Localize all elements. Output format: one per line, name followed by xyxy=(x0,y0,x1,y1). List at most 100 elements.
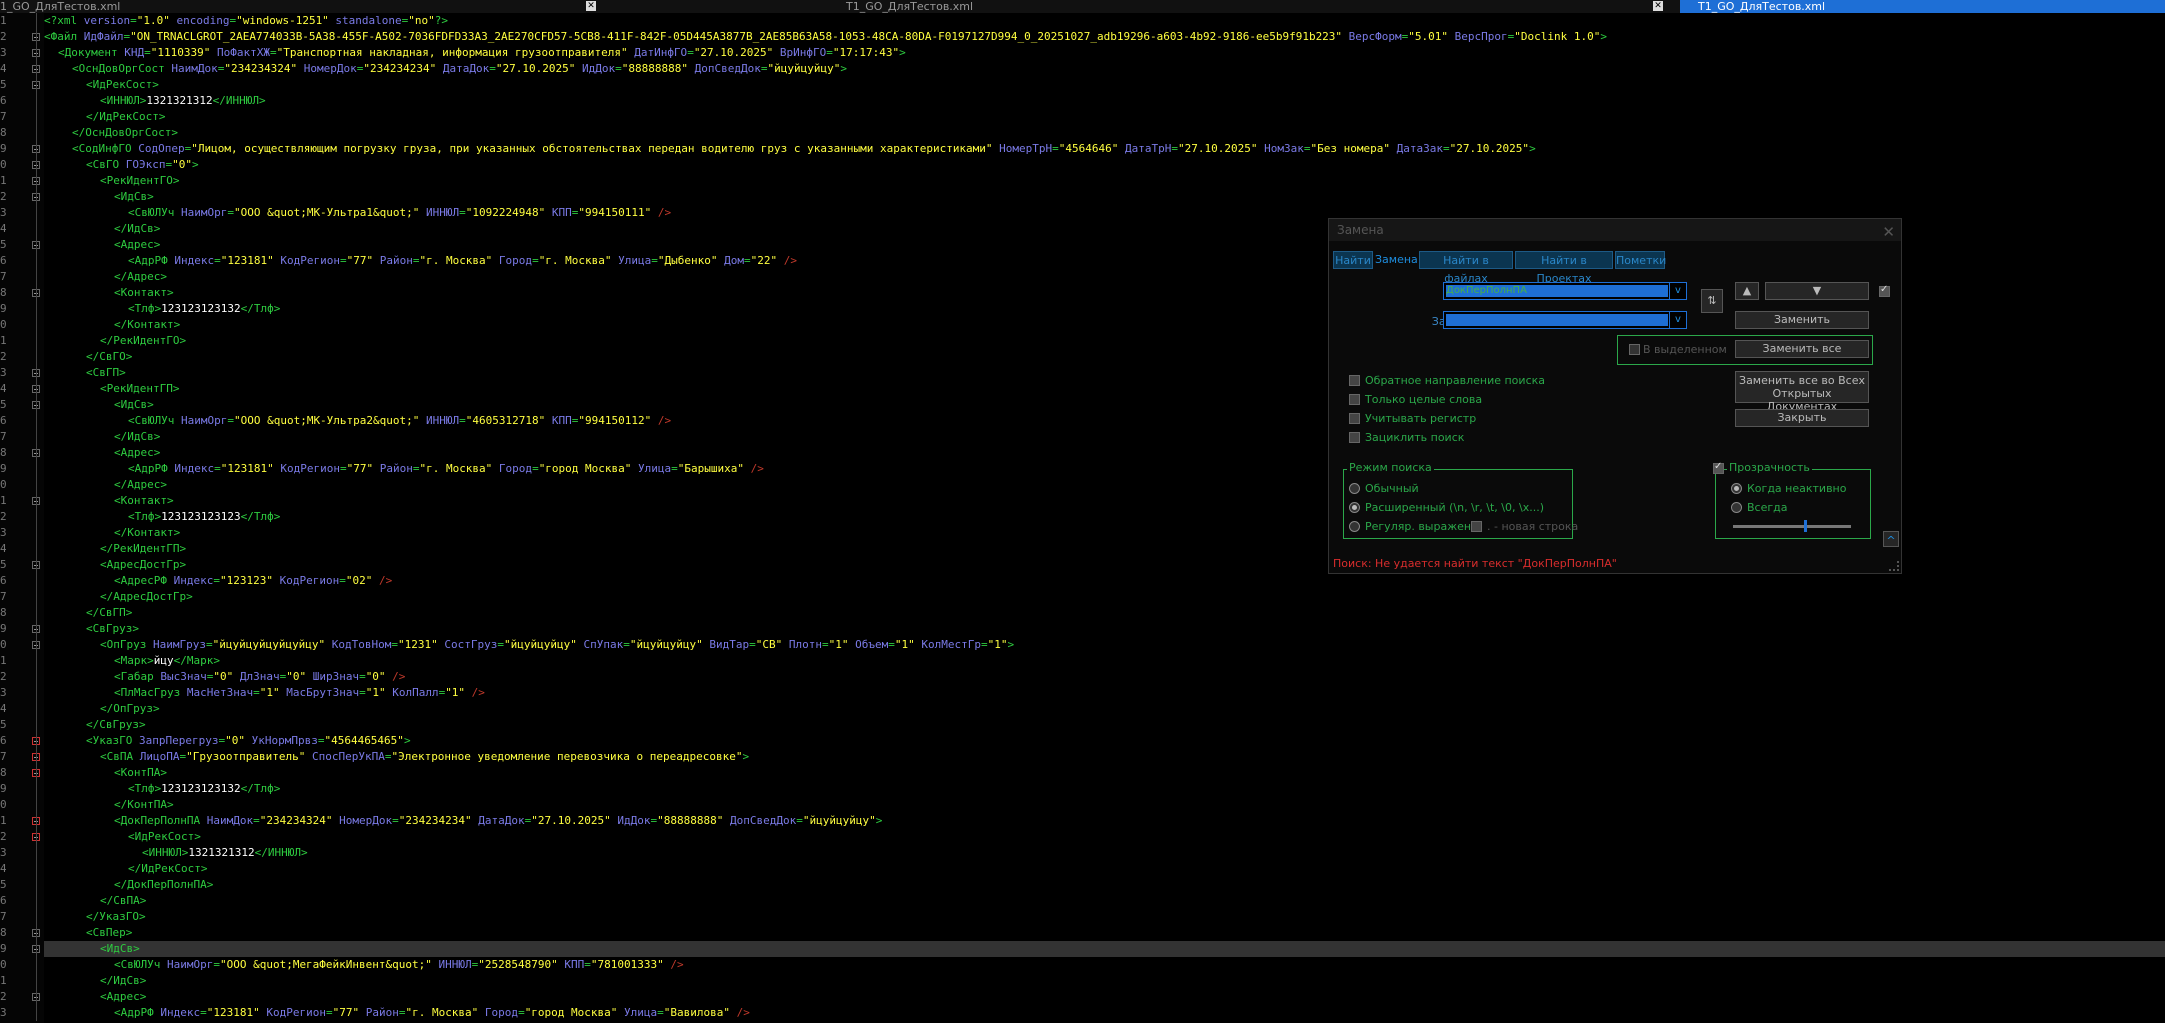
tab-file-1[interactable]: 1_GO_ДляТестов.xml ✕ xyxy=(0,0,598,13)
code-token: "0" xyxy=(225,734,245,747)
code-line[interactable]: </ИдРекСост> xyxy=(44,861,2165,877)
code-token: Район xyxy=(373,254,413,267)
code-line[interactable]: <Файл ИдФайл="ON_TRNACLGROT_2AEA774033B-… xyxy=(44,29,2165,45)
tab-file-2[interactable]: T1_GO_ДляТестов.xml ✕ xyxy=(846,0,1665,13)
newline-checkbox[interactable] xyxy=(1471,521,1482,532)
code-line[interactable]: <КонтПА> xyxy=(44,765,2165,781)
mode-extended-radio[interactable] xyxy=(1349,502,1360,513)
code-token: <СвГО xyxy=(86,158,126,171)
code-line[interactable]: <Документ КНД="1110339" ПоФактХЖ="Трансп… xyxy=(44,45,2165,61)
close-button[interactable]: Закрыть xyxy=(1735,409,1869,427)
code-line[interactable]: <Адрес> xyxy=(44,989,2165,1005)
code-line[interactable]: <ИННЮЛ>1321321312</ИННЮЛ> xyxy=(44,93,2165,109)
code-token: ДатаЗак xyxy=(1389,142,1443,155)
code-token: <ПлМасГруз xyxy=(114,686,187,699)
code-line[interactable]: <ДокПерПолнПА НаимДок="234234324" НомерД… xyxy=(44,813,2165,829)
code-line[interactable]: </КонтПА> xyxy=(44,797,2165,813)
code-token: "4605312718" xyxy=(465,414,546,427)
code-line[interactable]: <СодИнфГО СодОпер = "Лицом, осуществляющим… xyxy=(44,141,2165,157)
resize-grip-icon[interactable] xyxy=(1889,561,1899,571)
replace-all-open-docs-button[interactable]: Заменить все во Всех Открытых Документах xyxy=(1735,371,1869,413)
dialog-title-bar[interactable]: Замена ✕ xyxy=(1329,219,1901,241)
option-wrap-checkbox[interactable] xyxy=(1349,432,1360,443)
code-line[interactable]: </УказГО> xyxy=(44,909,2165,925)
transparency-checkbox[interactable] xyxy=(1713,461,1724,474)
code-line[interactable]: <РекИдентГО> xyxy=(44,173,2165,189)
code-line[interactable]: <ИдСв> xyxy=(44,189,2165,205)
mode-regex-radio[interactable] xyxy=(1349,521,1360,532)
code-token: = xyxy=(489,62,496,75)
replace-input[interactable]: v xyxy=(1443,311,1687,329)
close-icon[interactable]: ✕ xyxy=(1882,221,1895,243)
mode-normal-radio[interactable] xyxy=(1349,483,1360,494)
code-token: ДопСведДок xyxy=(687,62,761,75)
code-line[interactable]: <СвГруз> xyxy=(44,621,2165,637)
code-token: = xyxy=(214,462,221,475)
code-line[interactable]: </АдресДостГр> xyxy=(44,589,2165,605)
code-line[interactable]: <ИдРекСост> xyxy=(44,77,2165,93)
code-line[interactable]: </ОпГруз> xyxy=(44,701,2165,717)
code-line[interactable]: </ДокПерПолнПА> xyxy=(44,877,2165,893)
code-line[interactable]: </СвПА> xyxy=(44,893,2165,909)
tab-replace[interactable]: Замена xyxy=(1375,251,1418,269)
tab-find-in-files[interactable]: Найти в файлах xyxy=(1419,251,1513,285)
code-token: <Тлф> xyxy=(128,510,162,523)
option-whole-words-checkbox[interactable] xyxy=(1349,394,1360,405)
code-line[interactable]: </СвГруз> xyxy=(44,717,2165,733)
code-line[interactable]: <АдресРФ Индекс="123123" КодРегион="02" … xyxy=(44,573,2165,589)
code-line[interactable]: <?xml version="1.0" encoding="windows-12… xyxy=(44,13,2165,29)
code-line[interactable]: <ОпГруз НаимГруз="йцуйцуйцуйцуйцу" КодТо… xyxy=(44,637,2165,653)
transparency-slider-thumb[interactable] xyxy=(1804,520,1807,532)
code-line[interactable]: <ИННЮЛ>1321321312</ИННЮЛ> xyxy=(44,845,2165,861)
code-line[interactable]: <ПлМасГруз МасНетЗнач="1" МасБрутЗнач="1… xyxy=(44,685,2165,701)
code-token: </ОснДовОргСост> xyxy=(72,126,178,139)
transp-always-radio[interactable] xyxy=(1731,502,1742,513)
code-line[interactable]: </ИдСв> xyxy=(44,973,2165,989)
code-line[interactable]: <ОснДовОргСост НаимДок = "234234324" Номер… xyxy=(44,61,2165,77)
close-icon[interactable]: ✕ xyxy=(1653,1,1663,11)
code-line[interactable]: </ИдРекСост> xyxy=(44,109,2165,125)
code-line[interactable]: <ИдРекСост> xyxy=(44,829,2165,845)
code-line[interactable]: <СвПер> xyxy=(44,925,2165,941)
line-number: 3 xyxy=(0,1006,6,1019)
line-number: 5 xyxy=(0,558,6,571)
option-reverse-checkbox[interactable] xyxy=(1349,375,1360,386)
code-line[interactable]: </СвГП> xyxy=(44,605,2165,621)
tab-find-in-projects[interactable]: Найти в Проектах xyxy=(1515,251,1613,285)
code-line[interactable]: <СвГО ГОЭксп="0"> xyxy=(44,157,2165,173)
code-line[interactable]: <Габар ВысЗнач="0" ДлЗнач="0" ШирЗнач="0… xyxy=(44,669,2165,685)
replace-button[interactable]: Заменить xyxy=(1735,311,1869,329)
find-prev-button[interactable]: ▲ xyxy=(1735,282,1759,300)
find-option-checkbox[interactable] xyxy=(1879,284,1890,297)
find-next-button[interactable]: ▼ xyxy=(1765,282,1869,300)
code-line[interactable]: <Марк>йцу</Марк> xyxy=(44,653,2165,669)
code-token: "123181" xyxy=(220,254,274,267)
code-token: > xyxy=(403,734,411,747)
in-selection-checkbox[interactable] xyxy=(1629,344,1640,355)
line-number: 1 xyxy=(0,494,6,507)
chevron-down-icon[interactable]: v xyxy=(1669,312,1686,328)
code-line[interactable]: <УказГО ЗапрПерегруз="0" УкНормПрвз="456… xyxy=(44,733,2165,749)
code-token: = xyxy=(392,814,399,827)
code-line[interactable]: <СвЮЛУч НаимОрг="ООО &quot;МегаФейкИнвен… xyxy=(44,957,2165,973)
replace-all-button[interactable]: Заменить все xyxy=(1735,340,1869,358)
code-line[interactable]: <ИдСв> xyxy=(44,941,2165,957)
chevron-down-icon[interactable]: v xyxy=(1669,283,1686,299)
tab-file-3[interactable]: T1_GO_ДляТестов.xml xyxy=(1680,0,2165,13)
tab-find[interactable]: Найти xyxy=(1333,251,1373,269)
collapse-button[interactable]: ^ xyxy=(1883,531,1899,547)
option-match-case-checkbox[interactable] xyxy=(1349,413,1360,424)
transp-inactive-radio[interactable] xyxy=(1731,483,1742,494)
swap-icon[interactable]: ⇅ xyxy=(1701,289,1723,313)
transparency-slider-track[interactable] xyxy=(1733,525,1851,528)
code-line[interactable]: <АдрРФ Индекс="123181" КодРегион="77" Ра… xyxy=(44,1005,2165,1021)
tab-marks[interactable]: Пометки xyxy=(1615,251,1666,269)
code-line[interactable]: </ОснДовОргСост> xyxy=(44,125,2165,141)
code-line[interactable]: <СвПА ЛицоПА="Грузоотправитель" СпосПерУ… xyxy=(44,749,2165,765)
close-icon[interactable]: ✕ xyxy=(586,1,596,11)
code-token: </Тлф> xyxy=(240,510,281,523)
code-token: = xyxy=(623,638,630,651)
code-line[interactable]: <Тлф>123123123132</Тлф> xyxy=(44,781,2165,797)
find-input[interactable]: ДокПерПолнПА v xyxy=(1443,282,1687,300)
code-token: Индекс xyxy=(174,462,215,475)
